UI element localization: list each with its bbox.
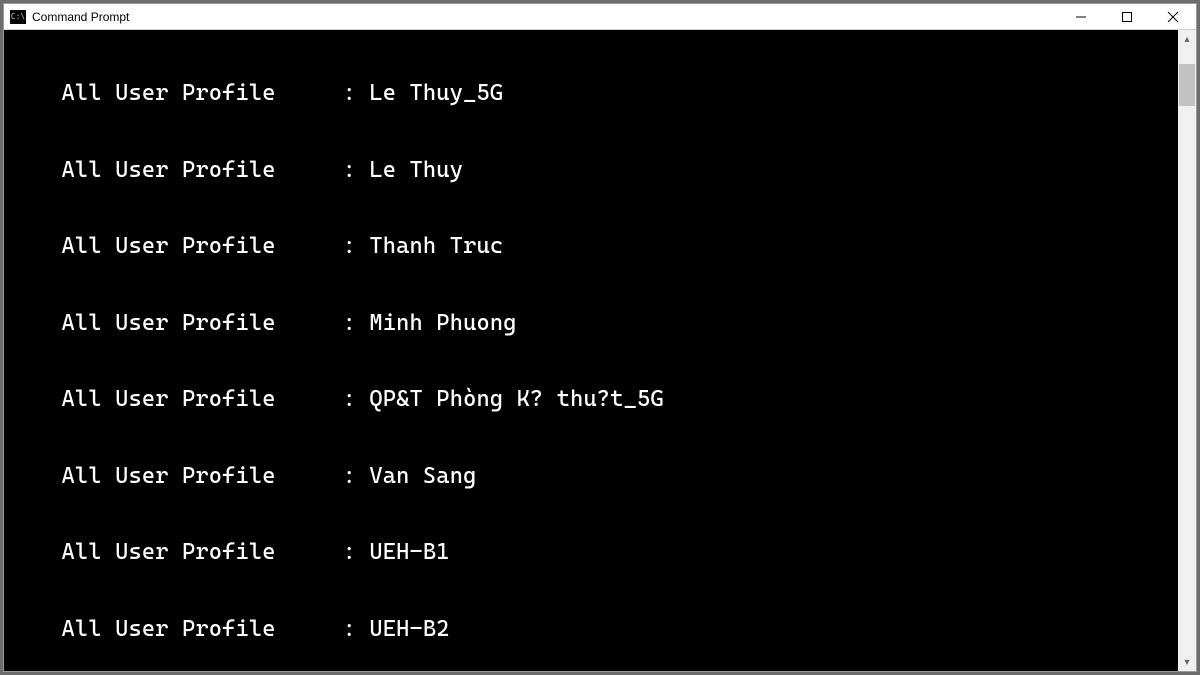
profile-line: All User Profile : Thanh Truc (8, 227, 1174, 265)
profile-line: All User Profile : Minh Phuong (8, 304, 1174, 342)
client-area: All User Profile : Le Thuy_5G All User P… (4, 30, 1196, 671)
profile-line: All User Profile : Van Sang (8, 457, 1174, 495)
profile-line: All User Profile : Le Thuy_5G (8, 74, 1174, 112)
minimize-icon (1075, 11, 1087, 23)
chevron-down-icon: ▾ (1184, 657, 1189, 668)
terminal-output[interactable]: All User Profile : Le Thuy_5G All User P… (4, 30, 1178, 671)
scroll-up-button[interactable]: ▴ (1178, 30, 1196, 48)
scroll-down-button[interactable]: ▾ (1178, 653, 1196, 671)
chevron-up-icon: ▴ (1184, 34, 1189, 45)
profile-line: All User Profile : Le Thuy (8, 151, 1174, 189)
window-title: Command Prompt (32, 10, 129, 24)
minimize-button[interactable] (1058, 4, 1104, 30)
maximize-icon (1121, 11, 1133, 23)
vertical-scrollbar[interactable]: ▴ ▾ (1178, 30, 1196, 671)
scroll-thumb[interactable] (1179, 64, 1195, 106)
cmd-icon: C:\ (10, 10, 26, 24)
profile-line: All User Profile : QP&T Phòng K? thu?t_5… (8, 380, 1174, 418)
close-button[interactable] (1150, 4, 1196, 30)
profile-line: All User Profile : UEH-B2 (8, 610, 1174, 648)
profile-line: All User Profile : UEH-B1 (8, 533, 1174, 571)
window-frame: C:\ Command Prompt All User Profile : Le… (3, 3, 1197, 672)
title-bar[interactable]: C:\ Command Prompt (4, 4, 1196, 30)
close-icon (1167, 11, 1179, 23)
maximize-button[interactable] (1104, 4, 1150, 30)
